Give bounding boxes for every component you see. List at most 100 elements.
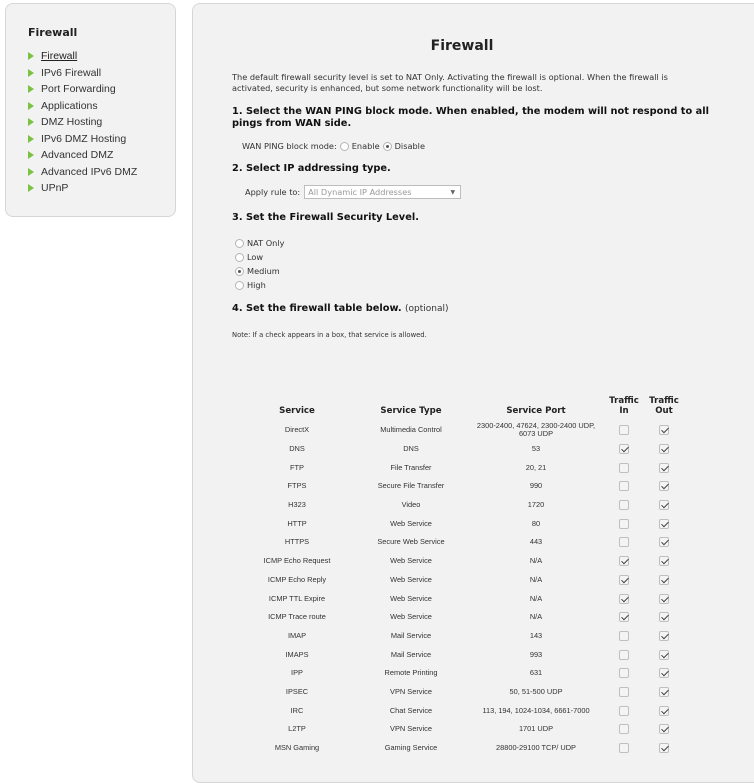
- traffic-out-checkbox[interactable]: [659, 537, 669, 548]
- cell-traffic-out: [644, 421, 684, 440]
- traffic-out-checkbox[interactable]: [659, 630, 669, 641]
- sidebar-item-firewall[interactable]: Firewall: [28, 48, 175, 65]
- level-low[interactable]: Low: [235, 250, 754, 264]
- traffic-in-checkbox[interactable]: [619, 649, 629, 660]
- sidebar-item-ipv6-firewall[interactable]: IPv6 Firewall: [28, 65, 175, 82]
- cell-service: IMAP: [287, 630, 307, 640]
- triangle-right-icon: [28, 68, 34, 77]
- traffic-in-checkbox[interactable]: [619, 518, 629, 529]
- level-nat-only[interactable]: NAT Only: [235, 236, 754, 250]
- traffic-in-checkbox[interactable]: [619, 593, 629, 604]
- traffic-out-checkbox[interactable]: [659, 500, 669, 511]
- traffic-in-checkbox[interactable]: [619, 462, 629, 473]
- cell-traffic-out: [644, 514, 684, 533]
- level-medium-radio[interactable]: [235, 266, 244, 276]
- traffic-out-checkbox[interactable]: [659, 724, 669, 735]
- cell-type: DNS: [403, 444, 419, 454]
- sidebar-item-label: Advanced IPv6 DMZ: [41, 165, 138, 178]
- traffic-in-checkbox[interactable]: [619, 444, 629, 455]
- sidebar-item-upnp[interactable]: UPnP: [28, 180, 175, 197]
- sidebar-item-dmz-hosting[interactable]: DMZ Hosting: [28, 114, 175, 131]
- traffic-in-checkbox[interactable]: [619, 686, 629, 697]
- wan-ping-disable-radio[interactable]: [382, 141, 392, 151]
- sidebar-item-label: Firewall: [41, 50, 78, 63]
- cell-traffic-in: [604, 571, 644, 590]
- level-low-radio[interactable]: [235, 252, 244, 262]
- cell-service: IRC: [290, 705, 304, 715]
- traffic-out-checkbox[interactable]: [659, 705, 669, 716]
- traffic-out-checkbox[interactable]: [659, 518, 669, 529]
- cell-service: ICMP Echo Request: [263, 556, 331, 566]
- step4-heading-text: 4. Set the firewall table below.: [232, 303, 402, 314]
- traffic-out-checkbox[interactable]: [659, 686, 669, 697]
- level-nat-only-radio[interactable]: [235, 238, 244, 248]
- table-row: ICMP TTL Expire Web Service N/A: [240, 589, 684, 608]
- traffic-in-checkbox[interactable]: [619, 705, 629, 716]
- table-row: DNS DNS 53: [240, 440, 684, 459]
- apply-rule-value: All Dynamic IP Addresses: [308, 187, 412, 197]
- cell-traffic-out: [644, 589, 684, 608]
- level-high[interactable]: High: [235, 278, 754, 292]
- cell-service: IPSEC: [285, 686, 309, 696]
- traffic-in-checkbox[interactable]: [619, 724, 629, 735]
- traffic-in-checkbox[interactable]: [619, 630, 629, 641]
- cell-port: 990: [529, 481, 543, 491]
- wan-ping-enable-radio[interactable]: [339, 141, 349, 151]
- cell-type: Remote Printing: [384, 668, 438, 678]
- sidebar-item-port-forwarding[interactable]: Port Forwarding: [28, 81, 175, 98]
- traffic-in-checkbox[interactable]: [619, 556, 629, 567]
- triangle-right-icon: [28, 118, 34, 127]
- traffic-out-checkbox[interactable]: [659, 574, 669, 585]
- level-high-radio[interactable]: [235, 280, 244, 290]
- traffic-in-checkbox[interactable]: [619, 537, 629, 548]
- cell-port: 28800-29100 TCP/ UDP: [496, 743, 576, 753]
- sidebar-title: Firewall: [28, 26, 78, 39]
- sidebar-item-label: IPv6 Firewall: [41, 66, 102, 79]
- traffic-out-checkbox[interactable]: [659, 593, 669, 604]
- traffic-out-checkbox[interactable]: [659, 743, 669, 754]
- traffic-in-checkbox[interactable]: [619, 743, 629, 754]
- traffic-out-checkbox[interactable]: [659, 649, 669, 660]
- traffic-out-checkbox[interactable]: [659, 556, 669, 567]
- cell-traffic-out: [644, 571, 684, 590]
- triangle-right-icon: [28, 151, 34, 160]
- cell-port: 143: [529, 630, 543, 640]
- apply-rule-select[interactable]: All Dynamic IP Addresses ▼: [304, 185, 462, 199]
- sidebar-item-advanced-ipv6-dmz[interactable]: Advanced IPv6 DMZ: [28, 164, 175, 181]
- cell-traffic-in: [604, 645, 644, 664]
- level-medium[interactable]: Medium: [235, 264, 754, 278]
- traffic-out-checkbox[interactable]: [659, 481, 669, 492]
- table-row: MSN Gaming Gaming Service 28800-29100 TCP/…: [240, 739, 684, 758]
- traffic-in-checkbox[interactable]: [619, 574, 629, 585]
- cell-service: MSN Gaming: [274, 743, 320, 753]
- table-row: FTPS Secure File Transfer 990: [240, 477, 684, 496]
- traffic-out-checkbox[interactable]: [659, 462, 669, 473]
- sidebar-item-applications[interactable]: Applications: [28, 98, 175, 115]
- cell-type: Web Service: [390, 593, 432, 603]
- traffic-in-checkbox[interactable]: [619, 612, 629, 623]
- cell-traffic-out: [644, 533, 684, 552]
- table-row: H323 Video 1720: [240, 496, 684, 515]
- cell-traffic-in: [604, 701, 644, 720]
- cell-port: 1701 UDP: [518, 724, 554, 734]
- cell-service: L2TP: [288, 724, 306, 734]
- cell-traffic-out: [644, 440, 684, 459]
- traffic-in-checkbox[interactable]: [619, 481, 629, 492]
- cell-traffic-in: [604, 589, 644, 608]
- traffic-in-checkbox[interactable]: [619, 668, 629, 679]
- cell-port: 20, 21: [525, 462, 547, 472]
- page-title: Firewall: [430, 38, 494, 54]
- sidebar-item-advanced-dmz[interactable]: Advanced DMZ: [28, 147, 175, 164]
- traffic-in-checkbox[interactable]: [619, 425, 629, 436]
- traffic-out-checkbox[interactable]: [659, 612, 669, 623]
- traffic-out-checkbox[interactable]: [659, 668, 669, 679]
- traffic-in-checkbox[interactable]: [619, 500, 629, 511]
- header-traffic-in: Traffic In: [609, 396, 639, 416]
- sidebar-item-ipv6-dmz-hosting[interactable]: IPv6 DMZ Hosting: [28, 131, 175, 148]
- cell-type: Multimedia Control: [380, 425, 442, 435]
- sidebar: Firewall Firewall IPv6 Firewall Port Forwa…: [5, 3, 176, 217]
- triangle-right-icon: [28, 184, 34, 193]
- traffic-out-checkbox[interactable]: [659, 444, 669, 455]
- traffic-out-checkbox[interactable]: [659, 425, 669, 436]
- wan-ping-label: WAN PING block mode:: [242, 141, 337, 151]
